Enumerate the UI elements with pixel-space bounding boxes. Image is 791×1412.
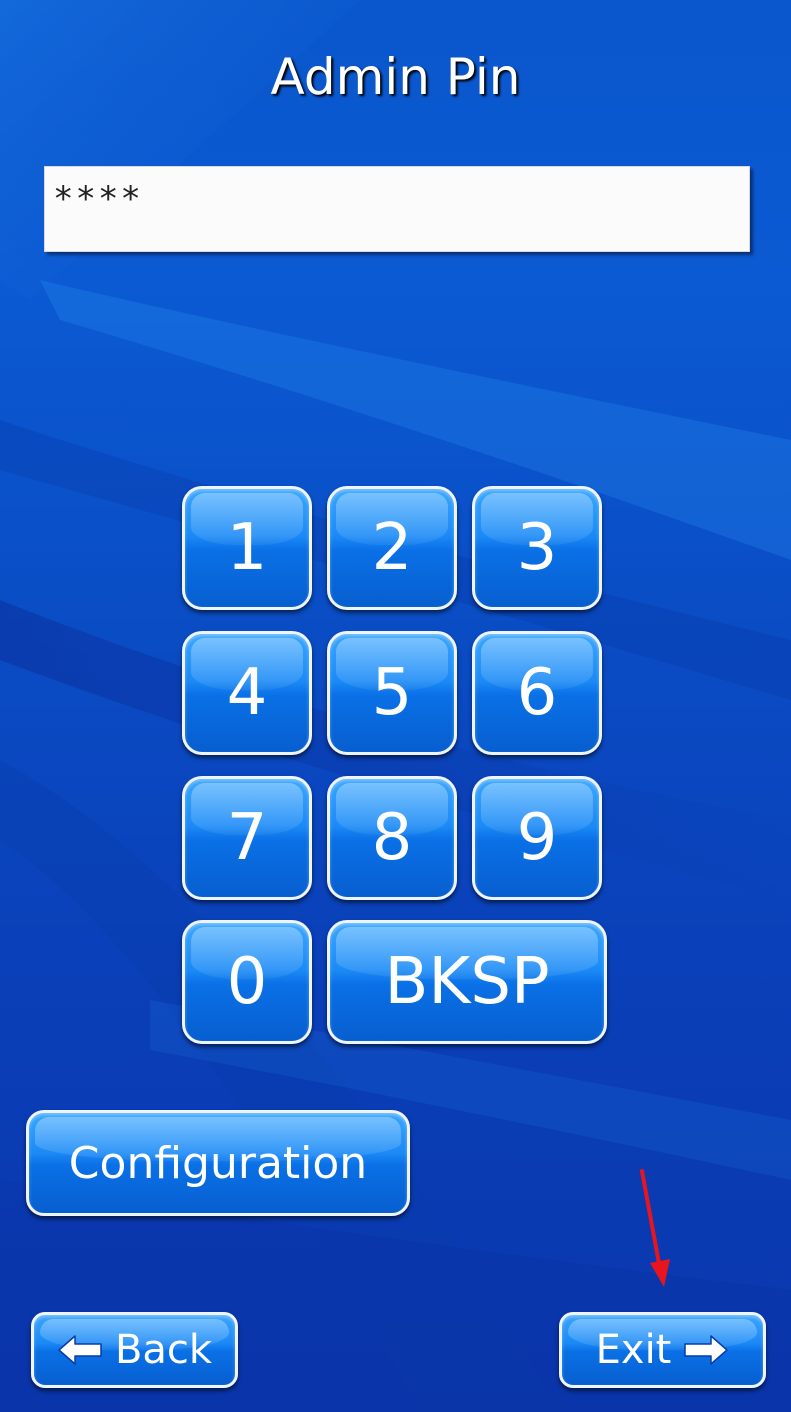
exit-button[interactable]: Exit [559,1312,766,1388]
red-arrow-annotation-icon [640,1169,670,1287]
key-label: 1 [226,511,268,585]
key-0-button[interactable]: 0 [182,920,312,1044]
exit-label: Exit [595,1327,672,1373]
key-label: 3 [516,511,558,585]
configuration-button[interactable]: Configuration [26,1110,410,1216]
key-label: 5 [371,656,413,730]
key-label: 2 [371,511,413,585]
key-7-button[interactable]: 7 [182,776,312,900]
key-label: 4 [226,656,268,730]
key-4-button[interactable]: 4 [182,631,312,755]
admin-pin-screen: Admin Pin **** 1 2 3 4 5 6 7 8 9 0 BKSP … [0,0,791,1412]
key-8-button[interactable]: 8 [327,776,457,900]
back-label: Back [114,1327,213,1373]
pin-input[interactable]: **** [44,166,750,252]
key-6-button[interactable]: 6 [472,631,602,755]
page-title: Admin Pin [270,48,521,106]
key-2-button[interactable]: 2 [327,486,457,610]
backspace-label: BKSP [384,945,550,1019]
back-button[interactable]: Back [31,1312,238,1388]
arrow-right-icon [681,1334,729,1366]
key-label: 9 [516,801,558,875]
key-5-button[interactable]: 5 [327,631,457,755]
key-3-button[interactable]: 3 [472,486,602,610]
key-label: 0 [226,945,268,1019]
arrow-left-icon [57,1334,105,1366]
configuration-label: Configuration [68,1137,368,1189]
key-label: 8 [371,801,413,875]
backspace-button[interactable]: BKSP [327,920,607,1044]
key-1-button[interactable]: 1 [182,486,312,610]
key-label: 6 [516,656,558,730]
key-9-button[interactable]: 9 [472,776,602,900]
key-label: 7 [226,801,268,875]
